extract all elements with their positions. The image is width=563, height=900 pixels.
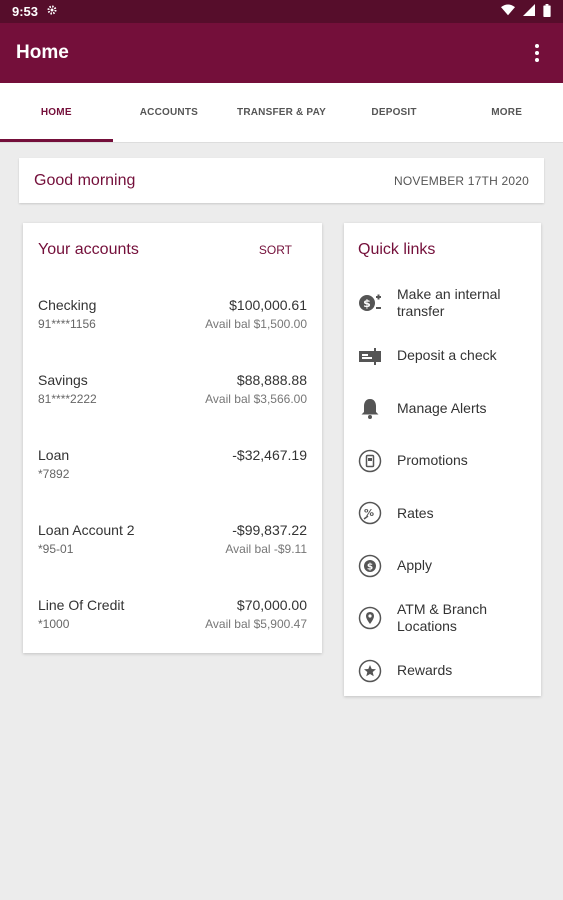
quick-link-label: Rewards	[397, 662, 453, 679]
quick-link-rates[interactable]: % Rates	[358, 487, 527, 540]
account-balance: $100,000.61	[229, 297, 307, 313]
quick-link-manage-alerts[interactable]: Manage Alerts	[358, 382, 527, 435]
account-available-balance: Avail bal $1,500.00	[205, 317, 307, 331]
quick-links-header: Quick links	[358, 223, 527, 277]
greeting-card: Good morning NOVEMBER 17TH 2020	[19, 158, 544, 203]
rates-icon: %	[358, 501, 382, 525]
status-time: 9:53	[12, 4, 39, 19]
sort-button[interactable]: SORT	[259, 243, 292, 257]
account-balance: -$99,837.22	[232, 522, 307, 538]
account-available-balance: Avail bal $5,900.47	[205, 617, 307, 631]
cell-signal-icon	[523, 4, 535, 19]
quick-link-promotions[interactable]: Promotions	[358, 435, 527, 488]
settings-icon	[46, 4, 58, 19]
account-number: *7892	[38, 467, 70, 481]
account-available-balance: Avail bal $3,566.00	[205, 392, 307, 406]
quick-link-label: Apply	[397, 557, 433, 574]
promotions-icon	[358, 449, 382, 473]
quick-link-label: Deposit a check	[397, 347, 497, 364]
quick-link-deposit-check[interactable]: Deposit a check	[358, 330, 527, 383]
quick-link-label: Promotions	[397, 452, 468, 469]
quick-link-rewards[interactable]: Rewards	[358, 645, 527, 698]
transfer-icon: $	[358, 291, 382, 315]
account-name: Line Of Credit	[38, 597, 125, 613]
svg-text:$: $	[363, 297, 371, 310]
accounts-card: Your accounts SORT Checking 91****1156 $…	[23, 223, 322, 653]
account-number: 81****2222	[38, 392, 97, 406]
greeting-date: NOVEMBER 17TH 2020	[394, 173, 529, 188]
location-pin-icon	[358, 606, 382, 630]
tab-more[interactable]: MORE	[450, 83, 563, 142]
quick-link-label: ATM & Branch Locations	[397, 601, 487, 635]
quick-links-title: Quick links	[358, 241, 436, 258]
tab-transfer-pay[interactable]: TRANSFER & PAY	[225, 83, 338, 142]
account-balance: -$32,467.19	[232, 447, 307, 463]
account-available-balance: Avail bal -$9.11	[225, 542, 307, 556]
tab-bar: HOME ACCOUNTS TRANSFER & PAY DEPOSIT MOR…	[0, 83, 563, 143]
bell-icon	[358, 396, 382, 420]
greeting-text: Good morning	[34, 171, 136, 189]
account-row-line-of-credit[interactable]: Line Of Credit *1000 $70,000.00 Avail ba…	[38, 577, 307, 652]
quick-link-atm-branch[interactable]: ATM & Branch Locations	[358, 592, 527, 645]
account-balance: $70,000.00	[236, 597, 307, 613]
quick-link-label: Rates	[397, 504, 434, 521]
quick-link-label: Manage Alerts	[397, 399, 487, 416]
account-number: 91****1156	[38, 317, 96, 331]
account-balance: $88,888.88	[236, 372, 307, 388]
svg-text:$: $	[367, 562, 373, 572]
overflow-menu-icon[interactable]	[527, 41, 547, 65]
accounts-title: Your accounts	[38, 241, 139, 258]
wifi-icon	[501, 4, 515, 19]
tab-deposit[interactable]: DEPOSIT	[338, 83, 451, 142]
app-bar: Home	[0, 23, 563, 83]
tab-accounts[interactable]: ACCOUNTS	[113, 83, 226, 142]
account-number: *1000	[38, 617, 70, 631]
apply-icon: $	[358, 554, 382, 578]
account-name: Checking	[38, 297, 97, 313]
account-row-loan[interactable]: Loan *7892 -$32,467.19	[38, 427, 307, 502]
star-icon	[358, 659, 382, 683]
account-name: Loan Account 2	[38, 522, 135, 538]
account-name: Savings	[38, 372, 88, 388]
quick-link-label: Make an internal transfer	[397, 286, 501, 320]
page-title: Home	[16, 42, 69, 63]
check-deposit-icon	[358, 344, 382, 368]
account-row-loan-account-2[interactable]: Loan Account 2 *95-01 -$99,837.22 Avail …	[38, 502, 307, 577]
tab-home[interactable]: HOME	[0, 83, 113, 142]
status-bar: 9:53	[0, 0, 563, 23]
account-row-checking[interactable]: Checking 91****1156 $100,000.61 Avail ba…	[38, 277, 307, 352]
quick-links-card: Quick links $ Make an internal transfer …	[344, 223, 541, 696]
quick-link-internal-transfer[interactable]: $ Make an internal transfer	[358, 277, 527, 330]
battery-icon	[543, 3, 551, 20]
account-row-savings[interactable]: Savings 81****2222 $88,888.88 Avail bal …	[38, 352, 307, 427]
accounts-header: Your accounts SORT	[38, 223, 307, 277]
account-name: Loan	[38, 447, 70, 463]
quick-link-apply[interactable]: $ Apply	[358, 540, 527, 593]
account-number: *95-01	[38, 542, 74, 556]
